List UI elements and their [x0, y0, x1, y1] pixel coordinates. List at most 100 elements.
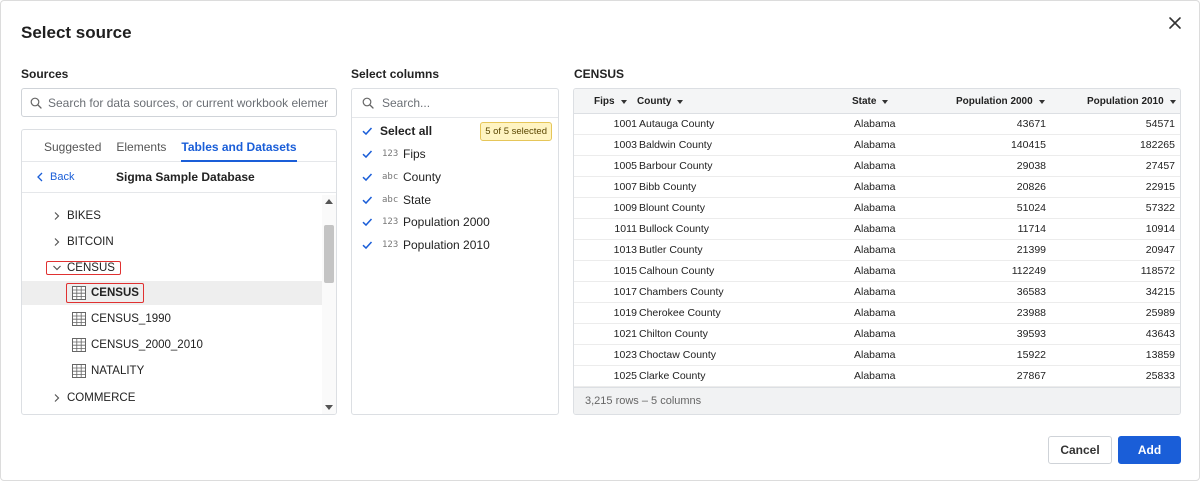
- cell-state: Alabama: [854, 265, 896, 277]
- cell-county: Choctaw County: [639, 349, 717, 361]
- cell-county: Autauga County: [639, 118, 715, 130]
- caret-down-icon[interactable]: [882, 99, 889, 104]
- cell-population-2010: 118572: [1140, 265, 1175, 277]
- caret-down-icon[interactable]: [1038, 99, 1045, 104]
- cell-population-2000: 29038: [1016, 160, 1046, 172]
- checkmark-icon[interactable]: [361, 148, 373, 160]
- cell-state: Alabama: [854, 139, 896, 151]
- highlight-box: [66, 283, 144, 303]
- cell-population-2000: 43671: [1016, 118, 1046, 130]
- caret-down-icon[interactable]: [1169, 99, 1176, 104]
- column-header-county[interactable]: County: [637, 89, 684, 114]
- columns-search-input[interactable]: [382, 96, 542, 110]
- cell-state: Alabama: [854, 286, 896, 298]
- tree-item-bitcoin[interactable]: BITCOIN: [22, 230, 322, 254]
- cell-county: Cherokee County: [639, 307, 721, 319]
- table-icon: [72, 364, 86, 378]
- tab-tables-and-datasets[interactable]: Tables and Datasets: [181, 130, 297, 162]
- sources-search-input[interactable]: [48, 95, 328, 110]
- table-header: Fips County State Population 2000 Popula…: [574, 89, 1180, 114]
- checkmark-icon[interactable]: [361, 125, 373, 137]
- sources-search[interactable]: [21, 88, 337, 117]
- cell-population-2010: 20947: [1145, 244, 1175, 256]
- tree-item-bikes[interactable]: BIKES: [22, 204, 322, 228]
- column-header-population-2000[interactable]: Population 2000: [956, 89, 1045, 114]
- cell-state: Alabama: [854, 244, 896, 256]
- highlight-box: [46, 261, 121, 275]
- column-item-population-2010[interactable]: 123 Population 2010: [352, 234, 558, 256]
- back-button[interactable]: Back: [36, 171, 74, 183]
- cell-fips: 1019: [613, 307, 637, 319]
- tree-item-natality[interactable]: NATALITY: [22, 359, 322, 383]
- select-all-label: Select all: [380, 124, 433, 138]
- cancel-button[interactable]: Cancel: [1048, 436, 1112, 464]
- tree-item-label: NATALITY: [91, 365, 145, 377]
- checkmark-icon[interactable]: [361, 171, 373, 183]
- tree-item-label: BIKES: [67, 210, 101, 222]
- checkmark-icon[interactable]: [361, 194, 373, 206]
- cell-population-2010: 27457: [1145, 160, 1175, 172]
- cell-population-2000: 11714: [1017, 223, 1046, 235]
- tree-item-commerce[interactable]: COMMERCE: [22, 386, 322, 410]
- cell-population-2010: 13859: [1145, 349, 1175, 361]
- tab-elements[interactable]: Elements: [116, 130, 166, 162]
- cell-fips: 1025: [613, 370, 637, 382]
- close-icon[interactable]: [1165, 13, 1185, 33]
- header-label: State: [852, 96, 877, 107]
- tree-item-census-2000-2010[interactable]: CENSUS_2000_2010: [22, 333, 322, 357]
- table-row: 1025 Clarke County Alabama 27867 25833: [574, 366, 1180, 387]
- table-row: 1015 Calhoun County Alabama 112249 118572: [574, 261, 1180, 282]
- column-name: County: [403, 170, 442, 184]
- columns-search[interactable]: [352, 89, 558, 118]
- caret-down-icon[interactable]: [677, 99, 684, 104]
- table-row: 1009 Blount County Alabama 51024 57322: [574, 198, 1180, 219]
- cell-population-2010: 182265: [1139, 139, 1175, 151]
- cell-population-2000: 51024: [1016, 202, 1046, 214]
- cell-population-2010: 25989: [1145, 307, 1175, 319]
- column-name: Fips: [403, 147, 426, 161]
- cell-county: Butler County: [639, 244, 703, 256]
- cell-population-2010: 10914: [1145, 223, 1175, 235]
- chevron-left-icon: [37, 172, 43, 182]
- column-item-fips[interactable]: 123 Fips: [352, 143, 558, 165]
- column-item-population-2000[interactable]: 123 Population 2000: [352, 211, 558, 233]
- cell-fips: 1005: [613, 160, 637, 172]
- selected-count-badge: 5 of 5 selected: [480, 122, 552, 141]
- cell-county: Calhoun County: [639, 265, 715, 277]
- add-button[interactable]: Add: [1118, 436, 1181, 464]
- table-row: 1011 Bullock County Alabama 11714 10914: [574, 219, 1180, 240]
- number-type-icon: 123: [382, 240, 399, 250]
- cell-state: Alabama: [854, 223, 896, 235]
- header-label: Population 2010: [1087, 96, 1164, 107]
- column-header-fips[interactable]: Fips: [594, 89, 627, 114]
- cell-state: Alabama: [854, 160, 896, 172]
- tree-item-census-1990[interactable]: CENSUS_1990: [22, 307, 322, 331]
- sources-panel: Suggested Elements Tables and Datasets B…: [21, 129, 337, 415]
- caret-down-icon[interactable]: [620, 99, 627, 104]
- select-columns-label: Select columns: [351, 67, 440, 81]
- scroll-thumb[interactable]: [324, 225, 334, 283]
- cell-population-2000: 27867: [1016, 370, 1046, 382]
- checkmark-icon[interactable]: [361, 216, 373, 228]
- cell-population-2000: 39593: [1016, 328, 1046, 340]
- tab-suggested[interactable]: Suggested: [44, 130, 101, 162]
- table-footer: 3,215 rows – 5 columns: [574, 387, 1180, 414]
- cell-state: Alabama: [854, 349, 896, 361]
- table-row: 1021 Chilton County Alabama 39593 43643: [574, 324, 1180, 345]
- column-item-county[interactable]: abc County: [352, 166, 558, 188]
- column-header-population-2010[interactable]: Population 2010: [1087, 89, 1176, 114]
- table-body: 1001 Autauga County Alabama 43671 54571 1003…: [574, 114, 1180, 389]
- cell-county: Clarke County: [639, 370, 706, 382]
- scroll-down-icon[interactable]: [325, 405, 333, 410]
- sources-label: Sources: [21, 67, 69, 81]
- tree-scrollbar[interactable]: [322, 195, 336, 414]
- column-header-state[interactable]: State: [852, 89, 889, 114]
- cell-state: Alabama: [854, 118, 896, 130]
- sources-tabs: Suggested Elements Tables and Datasets: [22, 130, 336, 162]
- table-row: 1017 Chambers County Alabama 36583 34215: [574, 282, 1180, 303]
- column-item-state[interactable]: abc State: [352, 189, 558, 211]
- chevron-right-icon: [54, 212, 60, 220]
- dialog-title: Select source: [21, 23, 132, 42]
- scroll-up-icon[interactable]: [325, 199, 333, 204]
- checkmark-icon[interactable]: [361, 239, 373, 251]
